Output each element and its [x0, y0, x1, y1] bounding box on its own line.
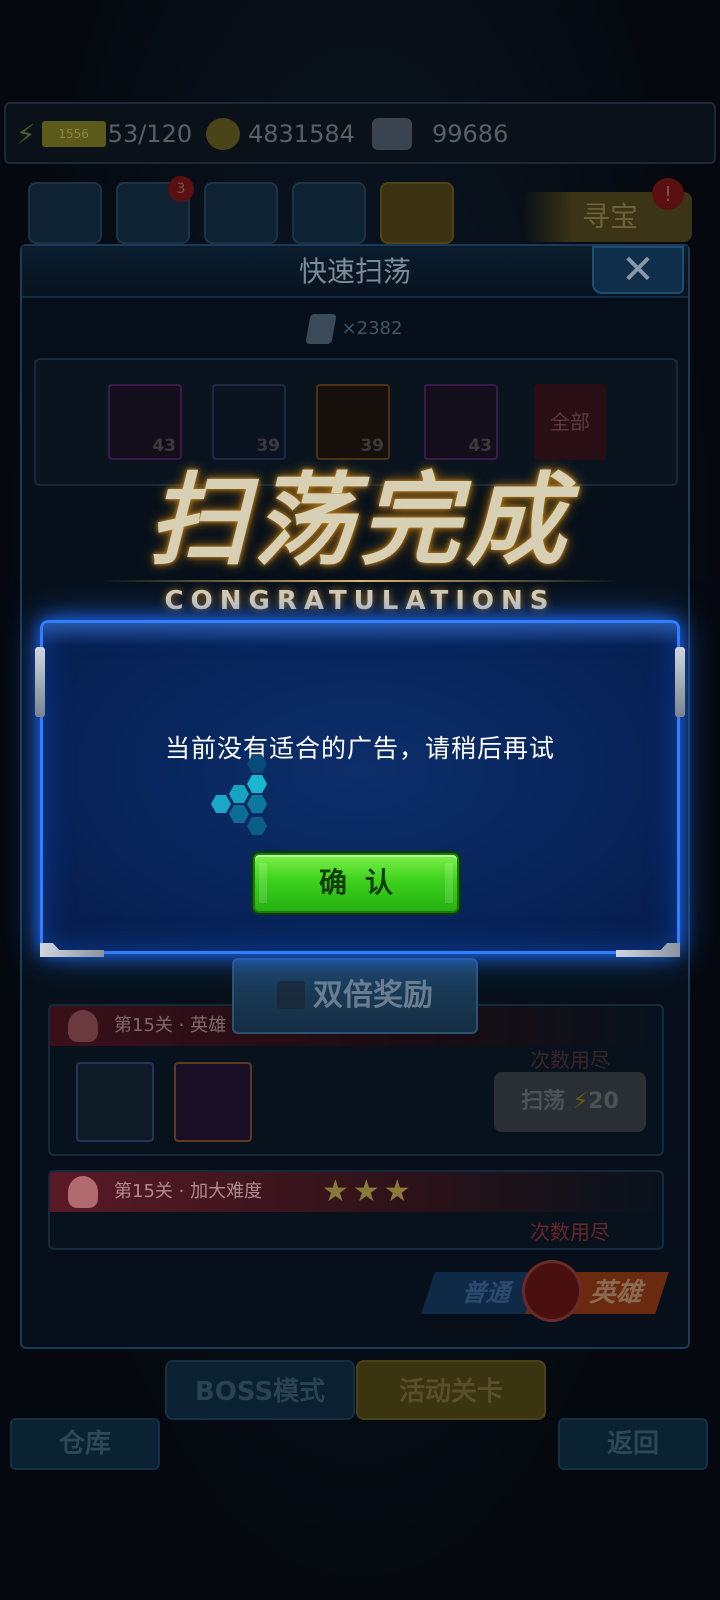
nav-button-5[interactable]	[380, 182, 454, 244]
loading-icon	[203, 755, 273, 839]
treasure-label: 寻宝	[582, 200, 639, 233]
resource-bar: ⚡ 1556 53/120 4831584 99686	[4, 102, 716, 164]
sweep-label: 扫荡	[521, 1089, 566, 1114]
stage-title: 第15关 · 英雄	[114, 1015, 227, 1036]
sweep-ticket-count: ×2382	[22, 314, 688, 344]
nav-button-1[interactable]	[28, 182, 102, 244]
confirm-button[interactable]: 确认	[253, 853, 459, 913]
item-count: 43	[468, 436, 492, 456]
warehouse-button[interactable]: 仓库	[10, 1418, 160, 1470]
hex-cell	[247, 755, 267, 773]
stage-status: 次数用尽	[530, 1220, 610, 1244]
nav-button-4[interactable]	[292, 182, 366, 244]
dialog-glow	[43, 623, 677, 645]
skull-icon	[68, 1176, 98, 1208]
star-rating: ★★★	[322, 1174, 415, 1209]
skull-icon	[68, 1010, 98, 1042]
gem-resource: 99686	[372, 114, 508, 154]
stage-status: 次数用尽	[530, 1048, 610, 1072]
sweep-button[interactable]: 扫荡 ⚡20	[494, 1072, 646, 1132]
energy-icon: ⚡	[16, 117, 36, 151]
energy-level-badge: 1556	[41, 121, 106, 147]
game-screen: ⚡ 1556 53/120 4831584 99686 3 寻宝 ! 快速扫荡 …	[0, 0, 720, 1600]
congrats-title: 扫荡完成	[148, 462, 572, 579]
boss-mode-tab[interactable]: BOSS模式	[165, 1360, 355, 1420]
double-reward-button[interactable]: 双倍奖励	[232, 958, 478, 1034]
reward-item[interactable]: 43	[108, 384, 182, 460]
treasure-button[interactable]: 寻宝 !	[522, 178, 692, 242]
gear-item[interactable]	[174, 1062, 252, 1142]
treasure-badge: !	[652, 178, 684, 210]
dialog-corner	[40, 943, 104, 957]
ticket-icon	[304, 314, 337, 344]
reward-item[interactable]: 39	[212, 384, 286, 460]
hex-cell	[247, 817, 267, 835]
item-count: 39	[360, 436, 384, 456]
nav-button-3[interactable]	[204, 182, 278, 244]
stage-card: 第15关 · 加大难度 ★★★ 次数用尽	[48, 1170, 664, 1250]
energy-resource: ⚡ 1556 53/120	[16, 114, 192, 154]
ticket-count: ×2382	[341, 318, 403, 339]
dialog-corner	[616, 943, 680, 957]
energy-value: 53/120	[107, 120, 193, 148]
dialog-side-clip	[675, 647, 685, 717]
item-count: 43	[152, 436, 176, 456]
banner-divider	[100, 580, 620, 582]
gold-value: 4831584	[248, 120, 355, 148]
reward-item[interactable]: 39	[316, 384, 390, 460]
dialog-side-clip	[35, 647, 45, 717]
stage-title: 第15关 · 加大难度	[114, 1181, 263, 1202]
mode-switch[interactable]: 普通 英雄	[421, 1260, 669, 1322]
hex-cell	[247, 795, 267, 813]
energy-icon: ⚡	[572, 1089, 589, 1114]
double-reward-label: 双倍奖励	[313, 978, 433, 1013]
gear-item[interactable]	[76, 1062, 154, 1142]
hex-cell	[229, 785, 249, 803]
all-items-button[interactable]: 全部	[534, 384, 606, 460]
back-button[interactable]: 返回	[558, 1418, 708, 1470]
reward-item[interactable]: 43	[424, 384, 498, 460]
gold-coin-icon	[206, 118, 240, 150]
close-button[interactable]: ✕	[592, 246, 684, 294]
hex-cell	[211, 795, 231, 813]
sweep-complete-banner: 扫荡完成 CONGRATULATIONS	[80, 466, 640, 616]
hex-cell	[229, 805, 249, 823]
hex-cell	[247, 775, 267, 793]
nav-button-2[interactable]: 3	[116, 176, 194, 244]
gem-value: 99686	[432, 120, 509, 148]
congrats-subtitle: CONGRATULATIONS	[164, 586, 556, 616]
gold-resource: 4831584	[206, 114, 355, 154]
video-icon	[277, 981, 305, 1009]
sweep-cost: 20	[588, 1089, 619, 1114]
feature-nav: 3	[28, 176, 454, 244]
event-stage-tab[interactable]: 活动关卡	[356, 1360, 546, 1420]
panel-title: 快速扫荡	[22, 246, 688, 298]
gem-icon	[372, 118, 412, 150]
stage-header: 第15关 · 加大难度 ★★★	[50, 1172, 662, 1212]
dialog-message: 当前没有适合的广告，请稍后再试	[164, 734, 555, 763]
notification-badge: 3	[168, 176, 194, 202]
ad-unavailable-dialog: 当前没有适合的广告，请稍后再试 确认	[35, 620, 685, 957]
item-count: 39	[256, 436, 280, 456]
event-stage-label: 活动关卡	[398, 1377, 503, 1407]
skull-icon	[522, 1260, 582, 1322]
